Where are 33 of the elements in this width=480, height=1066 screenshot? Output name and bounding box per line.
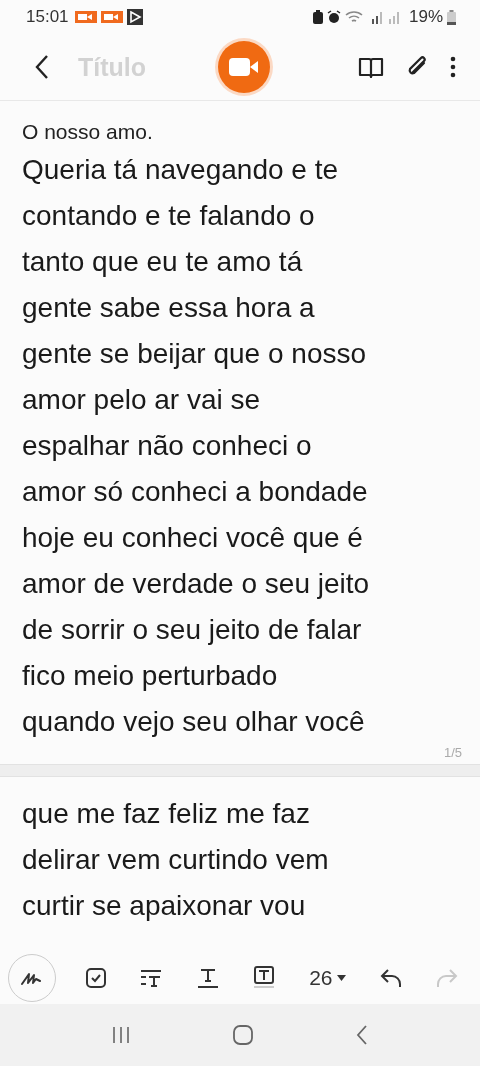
- note-text-line: fico meio perturbado: [22, 659, 279, 693]
- note-text-line: gente se beijar que o nosso: [22, 337, 368, 371]
- video-camera-icon: [229, 57, 259, 77]
- note-text-line: que me faz feliz me faz: [22, 797, 311, 831]
- note-heading: O nosso amo.: [22, 119, 154, 145]
- note-text-line: delirar vem curtindo vem: [22, 843, 330, 877]
- video-camera-icon: [74, 10, 97, 24]
- note-text-line: amor pelo ar vai se: [22, 383, 262, 417]
- note-text-line: espalhar não conheci o: [22, 429, 313, 463]
- page-number: 1/5: [443, 745, 462, 760]
- battery-saver-icon: [312, 10, 323, 24]
- note-text-line: amor de verdade o seu jeito: [22, 567, 371, 601]
- note-text-line: amor só conheci a bondade: [22, 475, 369, 509]
- note-text-line: quando vejo seu olhar você: [22, 705, 366, 739]
- alarm-icon: [326, 10, 341, 24]
- handwriting-button[interactable]: [8, 954, 56, 1002]
- note-text-line: gente sabe essa hora a: [22, 291, 316, 325]
- note-text-line: de sorrir o seu jeito de falar: [22, 613, 363, 647]
- note-text-line: Queria tá navegando e te: [22, 153, 339, 187]
- status-time: 15:01: [26, 7, 69, 27]
- note-text-line: contando e te falando o: [22, 199, 316, 233]
- battery-percentage: 19%: [408, 7, 443, 27]
- note-text-line: curtir se apaixonar vou: [22, 889, 307, 923]
- caret-icon: [336, 975, 346, 981]
- battery-icon: [447, 9, 456, 25]
- play-store-icon: [126, 9, 143, 25]
- record-button[interactable]: [218, 41, 270, 93]
- note-text-line: hoje eu conheci você que é: [22, 521, 364, 555]
- font-size-dropdown[interactable]: 26: [305, 962, 350, 994]
- note-text-line: tanto que eu te amo tá: [22, 245, 304, 279]
- pen-scribble-icon: [20, 970, 44, 986]
- back-icon[interactable]: [34, 54, 50, 80]
- video-camera-icon: [100, 10, 123, 24]
